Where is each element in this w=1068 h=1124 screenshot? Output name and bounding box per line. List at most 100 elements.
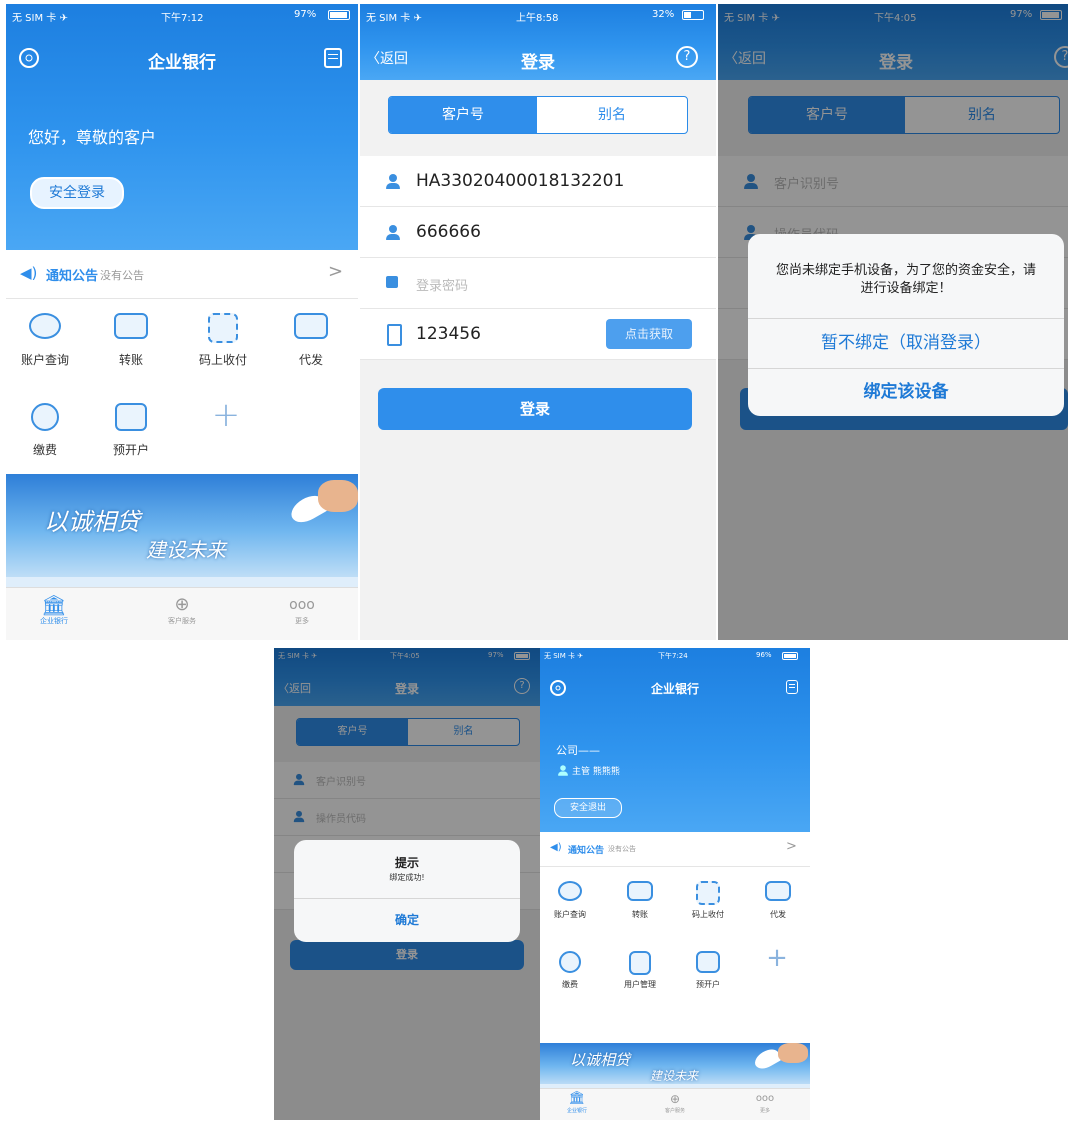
password-field[interactable]: 登录密码 bbox=[360, 258, 716, 309]
grid-label: 缴费 bbox=[32, 443, 57, 457]
secure-logout-button[interactable]: 安全退出 bbox=[554, 798, 622, 818]
page-title: 企业银行 bbox=[148, 53, 216, 73]
settings-gear-icon[interactable] bbox=[550, 680, 566, 696]
grid-item-pre-open-account[interactable]: 预开户 bbox=[682, 951, 734, 990]
login-screen-bind-success: 无 SIM 卡 ✈ 下午4:05 97% 〈返回 登录 ? 客户号 别名 客户识… bbox=[274, 648, 540, 1120]
bind-device-dialog: 您尚未绑定手机设备，为了您的资金安全，请进行设备绑定！ 暂不绑定（取消登录） 绑… bbox=[748, 234, 1064, 416]
function-grid: 账户查询 转账 码上收付 代发 缴费 预开户 + bbox=[6, 299, 358, 474]
confirm-button[interactable]: 确定 bbox=[294, 898, 520, 942]
grid-item-transfer[interactable]: 转账 bbox=[98, 313, 164, 368]
message-icon[interactable] bbox=[786, 680, 798, 694]
page-title: 登录 bbox=[521, 53, 555, 73]
cancel-binding-button[interactable]: 暂不绑定（取消登录） bbox=[748, 318, 1064, 368]
back-button[interactable]: 〈返回 bbox=[366, 48, 408, 68]
hand-image bbox=[778, 1043, 808, 1063]
function-grid: 账户查询 转账 码上收付 代发 缴费 用户管理 预开户 + bbox=[540, 867, 810, 1043]
segment-alias[interactable]: 别名 bbox=[537, 97, 687, 133]
grid-label: 预开户 bbox=[696, 980, 720, 989]
login-submit-button[interactable]: 登录 bbox=[378, 388, 692, 430]
grid-item-fee-payment[interactable]: 缴费 bbox=[12, 403, 78, 458]
grid-item-account-query[interactable]: 账户查询 bbox=[12, 313, 78, 368]
account-query-icon bbox=[558, 881, 582, 901]
grid-label: 转账 bbox=[632, 910, 648, 919]
grid-item-payroll[interactable]: 代发 bbox=[752, 881, 804, 920]
customer-id-field[interactable]: HA33020400018132201 bbox=[360, 156, 716, 207]
lock-icon bbox=[386, 276, 398, 288]
grid-item-account-query[interactable]: 账户查询 bbox=[544, 881, 596, 920]
help-icon[interactable]: ? bbox=[676, 46, 698, 68]
grid-item-user-management[interactable]: 用户管理 bbox=[614, 951, 666, 990]
greeting-text: 您好，尊敬的客户 bbox=[28, 128, 157, 147]
globe-icon: ⊕ bbox=[174, 594, 190, 615]
more-dots-icon: ooo bbox=[289, 597, 315, 613]
grid-item-qr-payment[interactable]: 码上收付 bbox=[682, 881, 734, 920]
grid-label: 账户查询 bbox=[554, 910, 586, 919]
sms-code-field[interactable]: 123456 点击获取 bbox=[360, 309, 716, 360]
status-bar: 无 SIM 卡 ✈ 下午7:24 96% bbox=[540, 648, 810, 664]
chevron-right-icon: > bbox=[328, 261, 344, 282]
grid-item-fee-payment[interactable]: 缴费 bbox=[544, 951, 596, 990]
time-text: 下午7:12 bbox=[161, 13, 204, 24]
dialog-title: 提示 bbox=[394, 856, 419, 870]
message-icon[interactable] bbox=[324, 48, 342, 68]
banner-slogan-2: 建设未来 bbox=[650, 1069, 699, 1083]
person-icon bbox=[386, 174, 400, 189]
bind-device-button[interactable]: 绑定该设备 bbox=[748, 368, 1064, 416]
page-title: 企业银行 bbox=[650, 682, 699, 696]
grid-item-pre-open-account[interactable]: 预开户 bbox=[98, 403, 164, 458]
login-screen-bind-prompt: 无 SIM 卡 ✈ 下午4:05 97% 〈返回 登录 ? 客户号 别名 客户识… bbox=[718, 4, 1068, 640]
wallet-icon bbox=[294, 313, 328, 339]
settings-gear-icon[interactable] bbox=[19, 48, 39, 68]
get-code-button[interactable]: 点击获取 bbox=[606, 319, 692, 349]
banner-slogan-1: 以诚相贷 bbox=[570, 1051, 631, 1069]
user-management-icon bbox=[629, 951, 651, 975]
segment-customer-id[interactable]: 客户号 bbox=[389, 97, 537, 133]
grid-item-payroll[interactable]: 代发 bbox=[278, 313, 344, 368]
carrier-text: 无 SIM 卡 ✈ bbox=[544, 652, 584, 660]
battery-text: 97% bbox=[294, 9, 317, 20]
login-screen-filled: 无 SIM 卡 ✈ 上午8:58 32% 〈返回 登录 ? 客户号 别名 HA3… bbox=[360, 4, 716, 640]
tab-customer-service[interactable]: ⊕ 客户服务 bbox=[152, 594, 212, 626]
grid-label: 转账 bbox=[118, 353, 143, 367]
battery-icon bbox=[328, 10, 350, 20]
promo-banner[interactable]: 以诚相贷 建设未来 bbox=[6, 474, 358, 587]
chevron-right-icon: > bbox=[786, 839, 797, 854]
notice-label: 通知公告 bbox=[568, 846, 605, 856]
customer-id-value: HA33020400018132201 bbox=[416, 171, 625, 191]
grid-label: 账户查询 bbox=[20, 353, 69, 367]
banner-slogan-2: 建设未来 bbox=[146, 538, 226, 562]
coin-icon bbox=[31, 403, 59, 431]
notice-bar[interactable]: ◀) 通知公告 没有公告 > bbox=[6, 250, 358, 299]
tab-enterprise-bank[interactable]: 🏛 企业银行 bbox=[24, 594, 84, 626]
add-function-icon[interactable]: + bbox=[762, 943, 792, 973]
time-text: 上午8:58 bbox=[516, 13, 559, 24]
notice-label: 通知公告 bbox=[46, 269, 99, 284]
tab-label: 企业银行 bbox=[566, 1108, 587, 1114]
tab-enterprise-bank[interactable]: 🏛 企业银行 bbox=[552, 1091, 602, 1114]
wallet-icon bbox=[765, 881, 791, 901]
notice-bar[interactable]: ◀) 通知公告 没有公告 > bbox=[540, 832, 810, 867]
tab-label: 企业银行 bbox=[40, 617, 68, 625]
qr-download-icon bbox=[208, 313, 238, 343]
clock-card-icon bbox=[115, 403, 147, 431]
tab-more[interactable]: ooo 更多 bbox=[272, 594, 332, 626]
battery-icon bbox=[682, 10, 704, 20]
battery-icon bbox=[782, 652, 798, 660]
grid-item-qr-payment[interactable]: 码上收付 bbox=[190, 313, 256, 368]
grid-item-transfer[interactable]: 转账 bbox=[614, 881, 666, 920]
grid-label: 预开户 bbox=[112, 443, 149, 457]
promo-banner[interactable]: 以诚相贷 建设未来 bbox=[540, 1043, 810, 1089]
carrier-text: 无 SIM 卡 ✈ bbox=[12, 13, 68, 24]
bind-success-dialog: 提示 绑定成功! 确定 bbox=[294, 840, 520, 942]
phone-icon bbox=[387, 324, 402, 346]
banner-strip bbox=[6, 577, 358, 587]
hand-image bbox=[318, 480, 358, 512]
home-screen-logged-in: 无 SIM 卡 ✈ 下午7:24 96% 企业银行 公司—— 主管 熊熊熊 安全… bbox=[540, 648, 810, 1120]
operator-code-value: 666666 bbox=[416, 222, 481, 242]
tab-customer-service[interactable]: ⊕ 客户服务 bbox=[650, 1091, 700, 1114]
operator-code-field[interactable]: 666666 bbox=[360, 207, 716, 258]
grid-label: 代发 bbox=[298, 353, 323, 367]
secure-login-button[interactable]: 安全登录 bbox=[30, 177, 124, 209]
add-function-icon[interactable]: + bbox=[206, 395, 246, 435]
tab-more[interactable]: ooo 更多 bbox=[740, 1091, 790, 1114]
